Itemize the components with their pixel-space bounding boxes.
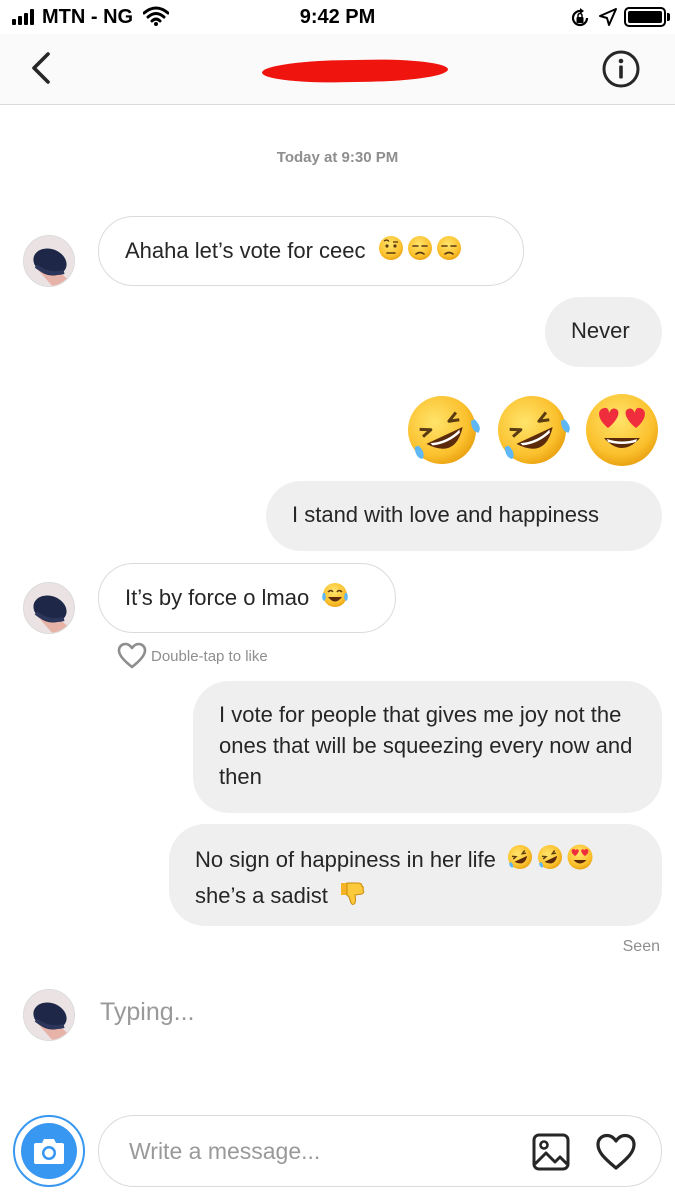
battery-icon [624,7,666,27]
status-bar: MTN - NG 9:42 PM [0,0,675,34]
incoming-message-bubble[interactable]: It’s by force o lmao [98,563,396,633]
unamused-face-emoji-icon [436,235,462,269]
rolling-on-the-floor-laughing-emoji-icon [408,396,480,464]
message-composer [98,1115,662,1187]
outgoing-message-bubble[interactable]: I vote for people that gives me joy not … [193,681,662,813]
avatar[interactable] [23,235,75,287]
thumbs-down-emoji-icon [338,879,366,915]
back-button[interactable] [22,48,62,88]
message-input[interactable] [129,1134,509,1168]
rolling-on-the-floor-laughing-emoji-icon [498,396,570,464]
avatar[interactable] [23,582,75,634]
smiling-face-with-heart-eyes-emoji-icon [586,394,658,466]
message-text: It’s by force o lmao [125,585,310,610]
face-with-tears-of-joy-emoji-icon [321,582,349,616]
info-button[interactable] [601,49,641,89]
outgoing-message-bubble[interactable]: Never [545,297,662,367]
outgoing-emoji-message[interactable] [400,390,662,470]
double-tap-like-hint: Double-tap to like [117,642,268,670]
unamused-face-emoji-icon [407,235,433,269]
message-text: Never [571,318,630,343]
message-text: Ahaha let’s vote for ceec [125,238,366,263]
heart-icon[interactable] [595,1132,637,1172]
seen-indicator: Seen [622,938,660,955]
rotation-lock-icon [571,8,589,27]
smiling-face-with-heart-eyes-emoji-icon [566,843,594,879]
message-text: I vote for people that gives me joy not … [219,702,633,789]
incoming-message-bubble[interactable]: Ahaha let’s vote for ceec [98,216,524,286]
outgoing-message-bubble[interactable]: I stand with love and happiness [266,481,662,551]
camera-icon [34,1139,64,1164]
face-with-raised-eyebrow-emoji-icon [378,235,404,269]
contact-name-redacted[interactable] [261,58,449,84]
location-arrow-icon [599,8,617,26]
message-text: I stand with love and happiness [292,502,599,527]
outgoing-message-bubble[interactable]: No sign of happiness in her life she’s a… [169,824,662,926]
avatar[interactable] [23,989,75,1041]
message-text-line: she’s a sadist [195,882,328,908]
message-text-line: No sign of happiness in her life [195,846,496,872]
rolling-on-the-floor-laughing-emoji-icon [536,843,564,879]
rolling-on-the-floor-laughing-emoji-icon [506,843,534,879]
heart-outline-icon [117,642,147,669]
like-hint-label: Double-tap to like [151,647,268,665]
typing-indicator: Typing... [100,998,195,1026]
thread-timestamp: Today at 9:30 PM [276,149,399,166]
gallery-icon[interactable] [531,1132,571,1172]
camera-button[interactable] [13,1115,85,1187]
chat-header [0,34,675,105]
